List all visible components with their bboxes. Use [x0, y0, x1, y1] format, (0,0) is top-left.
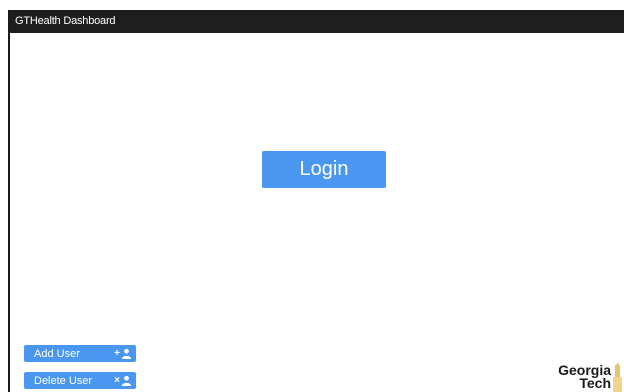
- window-title: GTHealth Dashboard: [15, 15, 116, 27]
- tech-tower-icon: [613, 363, 622, 392]
- remove-user-icon: ×: [114, 375, 132, 386]
- add-user-label: Add User: [34, 347, 80, 360]
- dashboard-window: GTHealth Dashboard Login Add User + Dele…: [8, 10, 624, 392]
- login-button[interactable]: Login: [262, 151, 386, 188]
- delete-user-label: Delete User: [34, 374, 93, 387]
- add-user-icon: +: [114, 348, 132, 359]
- app-root: GTHealth Dashboard Login Add User + Dele…: [0, 0, 624, 392]
- add-user-button[interactable]: Add User +: [24, 345, 136, 362]
- delete-user-button[interactable]: Delete User ×: [24, 372, 136, 389]
- georgia-tech-logo: Georgia Tech: [537, 363, 623, 392]
- logo-line-2: Tech: [579, 375, 611, 391]
- window-title-bar: GTHealth Dashboard: [10, 10, 624, 33]
